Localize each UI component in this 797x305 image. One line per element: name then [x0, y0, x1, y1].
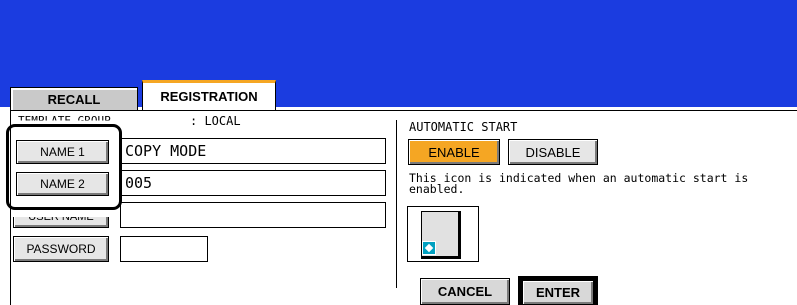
name1-button[interactable]: NAME 1 [16, 140, 109, 164]
cancel-button[interactable]: CANCEL [420, 278, 510, 305]
template-group-value: : LOCAL [190, 114, 241, 128]
automatic-start-title: AUTOMATIC START [409, 120, 518, 134]
enter-button[interactable]: ENTER [522, 280, 594, 305]
tab-registration[interactable]: REGISTRATION [142, 80, 276, 111]
name2-button[interactable]: NAME 2 [16, 172, 109, 196]
user-name-field[interactable] [120, 202, 386, 228]
start-diamond-icon [422, 241, 436, 255]
automatic-start-icon-preview [407, 206, 479, 262]
tab-recall[interactable]: RECALL [10, 87, 138, 110]
name2-field[interactable]: 005 [120, 170, 386, 196]
name-buttons-highlight [6, 124, 122, 210]
divider [396, 120, 397, 288]
enable-button[interactable]: ENABLE [408, 139, 500, 165]
password-field[interactable] [120, 236, 208, 262]
disable-button[interactable]: DISABLE [508, 139, 598, 165]
name1-field[interactable]: COPY MODE [120, 138, 386, 164]
automatic-start-description: This icon is indicated when an automatic… [409, 171, 749, 196]
password-button[interactable]: PASSWORD [13, 236, 109, 262]
